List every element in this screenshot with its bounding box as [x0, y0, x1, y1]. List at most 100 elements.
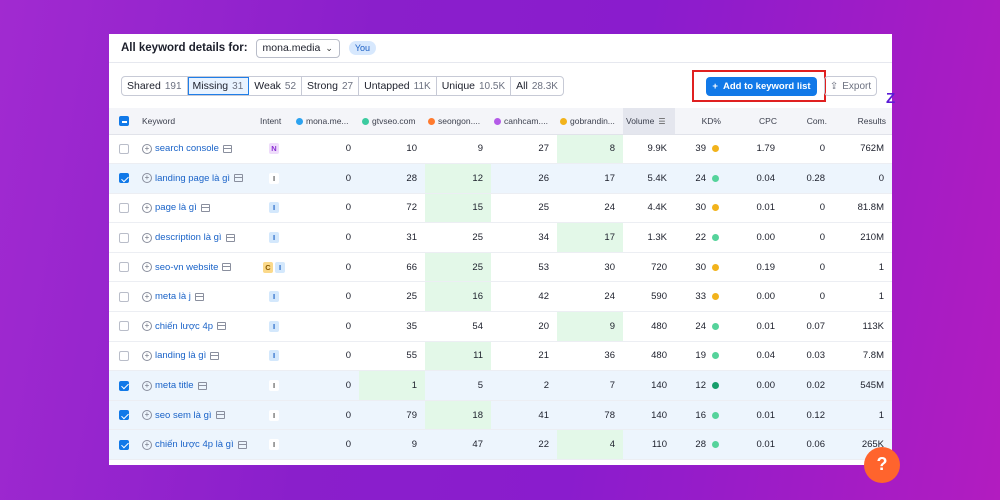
table-row[interactable]: + chiến lược 4p là gì I 0 9 47 22 4 110 28 0.01 0.0…: [109, 429, 892, 461]
table-row[interactable]: + landing page là gì I 0 28 12 26 17 5.4K 24 0.04 0…: [109, 163, 892, 194]
col-domain-3[interactable]: seongon....: [425, 108, 491, 135]
com-cell: 0: [783, 193, 833, 224]
domain-position-cell: 42: [491, 281, 557, 313]
col-intent[interactable]: Intent: [257, 108, 293, 135]
keyword-link[interactable]: meta là j: [155, 291, 191, 302]
row-checkbox[interactable]: [109, 252, 139, 283]
col-domain-2[interactable]: gtvseo.com: [359, 108, 425, 135]
add-keyword-icon[interactable]: +: [142, 439, 152, 450]
filter-tab-unique[interactable]: Unique 10.5K: [437, 77, 512, 95]
add-keyword-icon[interactable]: +: [142, 232, 152, 243]
serp-icon[interactable]: [200, 203, 210, 212]
export-icon: ⇪: [829, 80, 839, 92]
row-checkbox[interactable]: [109, 134, 139, 165]
table-row[interactable]: + meta title I 0 1 5 2 7 140 12 0.00 0.02 545M: [109, 370, 892, 401]
keyword-cell[interactable]: + meta title: [139, 370, 257, 401]
serp-icon[interactable]: [197, 381, 207, 390]
serp-icon[interactable]: [222, 263, 232, 272]
table-row[interactable]: + meta là j I 0 25 16 42 24 590 33 0.00 0 1: [109, 281, 892, 313]
add-keyword-icon[interactable]: +: [142, 350, 152, 361]
serp-icon[interactable]: [217, 322, 227, 331]
table-body: + search console N 0 10 9 27 8 9.9K 39 1.79 0 762M + l…: [109, 134, 892, 461]
keyword-link[interactable]: landing là gì: [155, 350, 206, 361]
row-checkbox[interactable]: [109, 222, 139, 253]
kd-indicator-icon: [712, 382, 719, 390]
table-row[interactable]: + page là gì I 0 72 15 25 24 4.4K 30 0.01 0 81.8M: [109, 193, 892, 224]
keyword-link[interactable]: description là gì: [155, 232, 222, 243]
col-volume[interactable]: Volume ☰: [623, 108, 675, 135]
help-button[interactable]: ?: [864, 447, 900, 483]
filter-tab-missing[interactable]: Missing 31: [187, 77, 250, 95]
keyword-cell[interactable]: + seo-vn website: [139, 252, 257, 283]
col-kd[interactable]: KD%: [675, 108, 727, 135]
keyword-link[interactable]: seo-vn website: [155, 262, 218, 273]
domain-position-cell: 8: [557, 134, 623, 165]
filter-tab-weak[interactable]: Weak 52: [249, 77, 303, 95]
keyword-cell[interactable]: + chiến lược 4p: [139, 311, 257, 342]
serp-icon[interactable]: [237, 440, 247, 449]
keyword-link[interactable]: meta title: [155, 380, 194, 391]
row-checkbox[interactable]: [109, 429, 139, 461]
serp-icon[interactable]: [225, 233, 235, 242]
row-checkbox[interactable]: [109, 400, 139, 431]
add-keyword-icon[interactable]: +: [142, 410, 152, 421]
keyword-cell[interactable]: + seo sem là gì: [139, 400, 257, 431]
add-keyword-icon[interactable]: +: [142, 380, 152, 391]
col-results[interactable]: Results: [833, 108, 892, 135]
domain-position-cell: 0: [293, 341, 359, 372]
serp-icon[interactable]: [215, 411, 225, 420]
add-keyword-icon[interactable]: +: [142, 143, 152, 154]
results-cell: 81.8M: [833, 193, 892, 224]
serp-icon[interactable]: [194, 292, 204, 301]
keyword-link[interactable]: page là gì: [155, 202, 197, 213]
filter-tab-shared[interactable]: Shared 191: [122, 77, 188, 95]
filter-tab-strong[interactable]: Strong 27: [302, 77, 360, 95]
keyword-cell[interactable]: + landing page là gì: [139, 163, 257, 194]
serp-icon[interactable]: [222, 144, 232, 153]
col-domain-4[interactable]: canhcam....: [491, 108, 557, 135]
add-keyword-icon[interactable]: +: [142, 291, 152, 302]
filter-tab-all[interactable]: All 28.3K: [511, 77, 563, 95]
keyword-link[interactable]: landing page là gì: [155, 173, 230, 184]
select-all-checkbox[interactable]: [109, 108, 139, 135]
col-domain-5[interactable]: gobrandin...: [557, 108, 623, 135]
add-keyword-icon[interactable]: +: [142, 173, 152, 184]
domain-select[interactable]: mona.media ⌄: [255, 38, 340, 58]
kd-value: 16: [695, 409, 706, 421]
table-row[interactable]: + landing là gì I 0 55 11 21 36 480 19 0.04 0.03 7.8…: [109, 341, 892, 372]
keyword-cell[interactable]: + description là gì: [139, 222, 257, 253]
col-keyword[interactable]: Keyword: [139, 108, 257, 135]
table-row[interactable]: + chiến lược 4p I 0 35 54 20 9 480 24 0.01 0.07 113K: [109, 311, 892, 342]
domain-position-cell: 36: [557, 341, 623, 372]
serp-icon[interactable]: [234, 174, 244, 183]
row-checkbox[interactable]: [109, 163, 139, 194]
serp-icon[interactable]: [210, 351, 220, 360]
keyword-link[interactable]: chiến lược 4p: [155, 321, 213, 332]
keyword-cell[interactable]: + search console: [139, 134, 257, 165]
row-checkbox[interactable]: [109, 311, 139, 342]
filter-tab-untapped[interactable]: Untapped 11K: [359, 77, 437, 95]
table-row[interactable]: + description là gì I 0 31 25 34 17 1.3K 22 0.00 0 2…: [109, 222, 892, 253]
row-checkbox[interactable]: [109, 193, 139, 224]
table-row[interactable]: + search console N 0 10 9 27 8 9.9K 39 1.79 0 762M: [109, 134, 892, 165]
volume-cell: 720: [623, 252, 675, 283]
add-keyword-icon[interactable]: +: [142, 321, 152, 332]
keyword-link[interactable]: seo sem là gì: [155, 410, 212, 421]
keyword-cell[interactable]: + landing là gì: [139, 341, 257, 372]
add-keyword-icon[interactable]: +: [142, 262, 152, 273]
add-keyword-icon[interactable]: +: [142, 202, 152, 213]
keyword-link[interactable]: chiến lược 4p là gì: [155, 439, 234, 450]
col-domain-1[interactable]: mona.me...: [293, 108, 359, 135]
col-cpc[interactable]: CPC: [727, 108, 783, 135]
row-checkbox[interactable]: [109, 281, 139, 313]
row-checkbox[interactable]: [109, 341, 139, 372]
row-checkbox[interactable]: [109, 370, 139, 401]
keyword-link[interactable]: search console: [155, 143, 219, 154]
export-button[interactable]: ⇪ Export: [824, 76, 877, 96]
keyword-cell[interactable]: + chiến lược 4p là gì: [139, 429, 257, 461]
table-row[interactable]: + seo-vn website C I 0 66 25 53 30 720 30 0.19 0 1: [109, 252, 892, 283]
col-com[interactable]: Com.: [783, 108, 833, 135]
keyword-cell[interactable]: + meta là j: [139, 281, 257, 313]
table-row[interactable]: + seo sem là gì I 0 79 18 41 78 140 16 0.01 0.12 1: [109, 400, 892, 431]
keyword-cell[interactable]: + page là gì: [139, 193, 257, 224]
